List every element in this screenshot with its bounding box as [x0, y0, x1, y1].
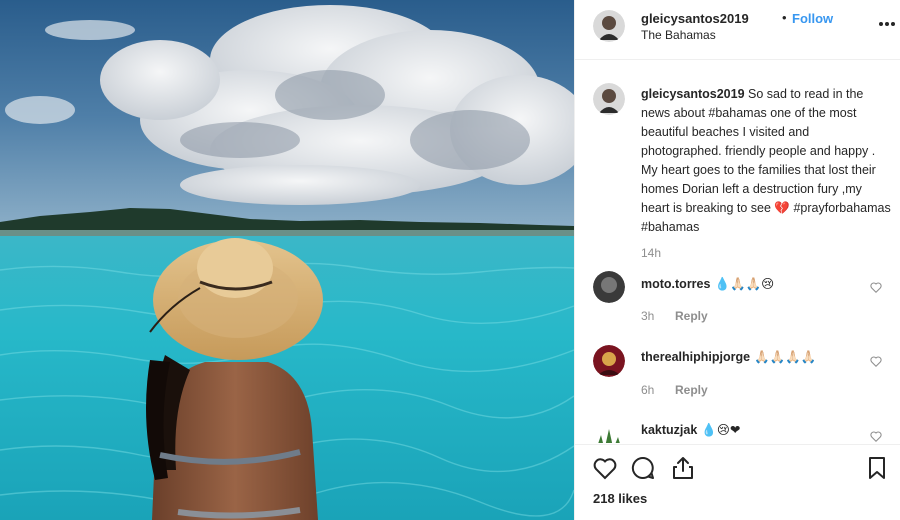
- comment-like-heart-icon[interactable]: [869, 429, 883, 443]
- caption-username[interactable]: gleicysantos2019: [641, 87, 745, 101]
- comment-item: kaktuzjak 💧😢❤: [575, 417, 900, 443]
- caption-text-block: gleicysantos2019 So sad to read in the n…: [641, 85, 891, 237]
- comment-text: 🙏🏻🙏🏻🙏🏻🙏🏻: [754, 350, 817, 364]
- comment-like-heart-icon[interactable]: [869, 280, 883, 294]
- comment-text: 💧😢❤: [701, 423, 741, 437]
- reply-button[interactable]: Reply: [675, 309, 708, 323]
- header-separator: •: [782, 10, 787, 25]
- post-location[interactable]: The Bahamas: [641, 28, 716, 42]
- post-photo[interactable]: [0, 0, 574, 520]
- beach-photo-image: [0, 0, 574, 520]
- comment-username: therealhiphipjorge 🙏🏻🙏🏻🙏🏻🙏🏻: [641, 350, 816, 365]
- commenter-avatar[interactable]: [593, 417, 625, 443]
- commenter-avatar[interactable]: [593, 271, 625, 303]
- comment-timestamp: 6h: [641, 383, 655, 397]
- bookmark-icon[interactable]: [863, 454, 891, 482]
- author-avatar[interactable]: [593, 10, 625, 42]
- comment-item: therealhiphipjorge 🙏🏻🙏🏻🙏🏻🙏🏻 6h Reply: [575, 345, 900, 409]
- post-header: gleicysantos2019 • Follow The Bahamas: [575, 0, 900, 60]
- comment-username: kaktuzjak 💧😢❤: [641, 422, 740, 438]
- more-horizontal-icon[interactable]: [879, 22, 895, 28]
- likes-count[interactable]: 218 likes: [593, 491, 647, 506]
- share-icon[interactable]: [669, 454, 697, 482]
- caption-body: So sad to read in the news about #bahama…: [641, 87, 891, 234]
- comment-timestamp: 3h: [641, 309, 655, 323]
- author-username[interactable]: gleicysantos2019: [641, 11, 749, 26]
- heart-icon[interactable]: [591, 454, 619, 482]
- comment-text: 💧🙏🏻🙏🏻😢: [714, 277, 775, 291]
- comment-username-link[interactable]: kaktuzjak: [641, 423, 697, 437]
- comment-item: moto.torres 💧🙏🏻🙏🏻😢 3h Reply: [575, 271, 900, 335]
- comment-like-heart-icon[interactable]: [869, 354, 883, 368]
- comment-username: moto.torres 💧🙏🏻🙏🏻😢: [641, 276, 774, 292]
- caption-author-avatar[interactable]: [593, 83, 625, 115]
- post-side-panel: gleicysantos2019 • Follow The Bahamas gl…: [574, 0, 900, 520]
- comment-username-link[interactable]: therealhiphipjorge: [641, 350, 750, 364]
- follow-button[interactable]: Follow: [792, 11, 833, 26]
- post-actions-bar: 218 likes: [575, 444, 900, 520]
- instagram-post-view: gleicysantos2019 • Follow The Bahamas gl…: [0, 0, 900, 520]
- caption-timestamp: 14h: [641, 246, 662, 260]
- comment-icon[interactable]: [629, 454, 657, 482]
- comment-username-link[interactable]: moto.torres: [641, 277, 710, 291]
- reply-button[interactable]: Reply: [675, 383, 708, 397]
- commenter-avatar[interactable]: [593, 345, 625, 377]
- comments-list[interactable]: gleicysantos2019 So sad to read in the n…: [575, 61, 900, 443]
